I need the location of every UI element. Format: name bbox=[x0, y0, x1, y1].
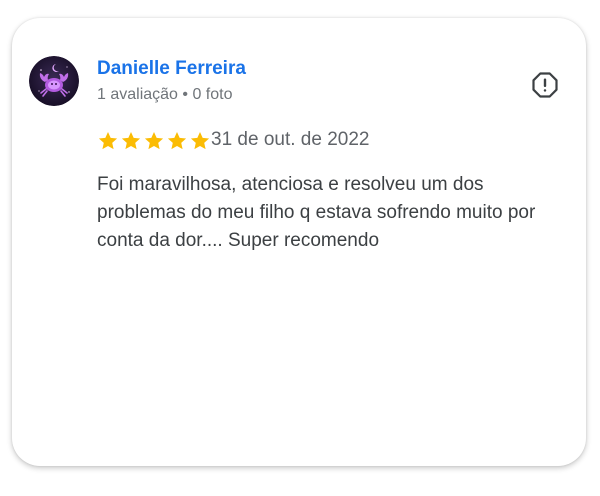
report-flag-icon bbox=[532, 72, 558, 98]
review-card: Danielle Ferreira 1 avaliação • 0 foto 3… bbox=[12, 18, 586, 466]
author-meta: 1 avaliação • 0 foto bbox=[97, 86, 233, 103]
author-name[interactable]: Danielle Ferreira bbox=[97, 58, 246, 80]
star-icon bbox=[144, 132, 164, 150]
star-icon bbox=[98, 132, 118, 150]
review-text: Foi maravilhosa, atenciosa e resolveu um… bbox=[97, 174, 536, 251]
star-icon bbox=[190, 132, 210, 150]
star-icon bbox=[167, 132, 187, 150]
avatar[interactable] bbox=[29, 56, 79, 106]
star-rating bbox=[97, 130, 211, 152]
cancer-zodiac-icon bbox=[29, 56, 79, 106]
review-date: 31 de out. de 2022 bbox=[211, 129, 370, 150]
report-button[interactable] bbox=[531, 71, 559, 99]
star-icon bbox=[121, 132, 141, 150]
